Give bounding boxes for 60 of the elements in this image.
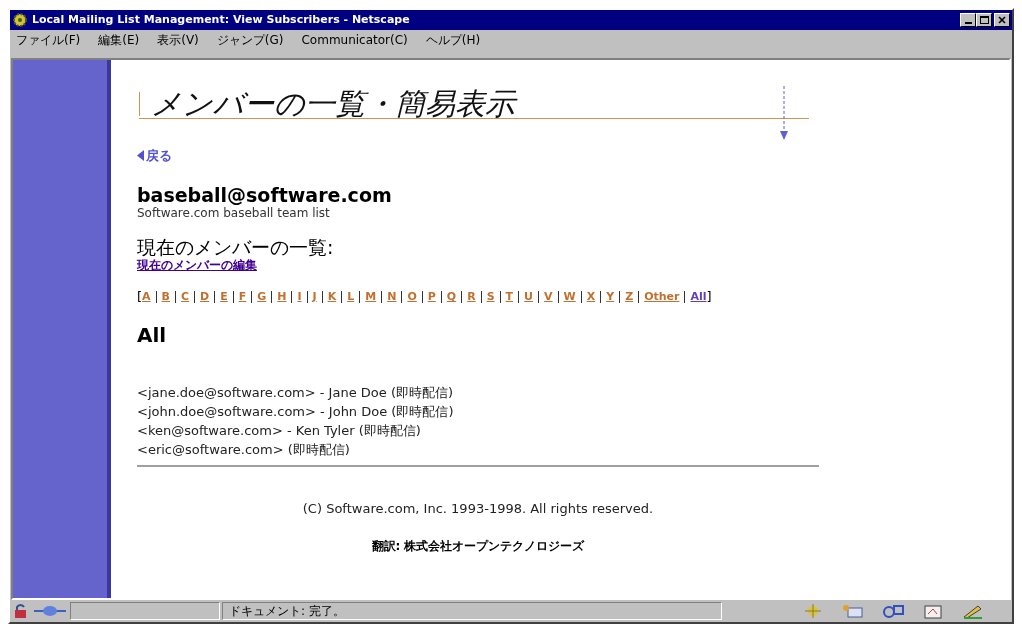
filter-heading: All [137, 322, 168, 350]
subscriber-entry: <eric@software.com> (即時配信) [137, 441, 351, 460]
menu-item[interactable]: 表示(V) [157, 31, 199, 49]
menu-item[interactable]: 編集(E) [98, 31, 140, 49]
letter-link[interactable]: X [586, 290, 596, 305]
letter-link[interactable]: L [347, 290, 355, 305]
pencil-icon[interactable] [962, 603, 984, 619]
letter-link[interactable]: G [257, 290, 267, 305]
list-address: baseball@software.com [137, 184, 393, 207]
letter-link[interactable]: I [297, 290, 302, 305]
subscriber-entry: <jane.doe@software.com> - Jane Doe (即時配信) [137, 384, 455, 403]
letter-link[interactable]: U [524, 290, 534, 305]
letter-link[interactable]: All [690, 290, 707, 305]
subscriber-entry: <john.doe@software.com> - John Doe (即時配信) [137, 403, 455, 422]
menu-item[interactable]: ジャンプ(G) [216, 31, 284, 49]
back-arrow-icon [137, 150, 144, 162]
maximize-button[interactable] [976, 13, 992, 27]
letter-link[interactable]: Z [625, 290, 634, 305]
letter-link[interactable]: F [238, 290, 247, 305]
subscriber-entry: <ken@software.com> - Ken Tyler (即時配信) [137, 422, 422, 441]
letter-link[interactable]: S [486, 290, 495, 305]
letter-link[interactable]: A [142, 290, 151, 305]
gear-icon [12, 12, 28, 28]
menu-item[interactable]: Communicator(C) [301, 31, 408, 49]
letter-link[interactable]: P [427, 290, 436, 305]
menu-item[interactable]: ヘルプ(H) [425, 31, 481, 49]
translation-credit: 翻訳: 株式会社オープンテクノロジーズ [371, 537, 585, 555]
letter-link[interactable]: H [277, 290, 287, 305]
copyright-text: (C) Software.com, Inc. 1993-1998. All rights reserved. [302, 500, 654, 519]
bracket: ] [706, 290, 712, 305]
letter-link[interactable]: W [563, 290, 576, 305]
composer-icon[interactable] [922, 603, 944, 619]
down-arrow-icon [780, 86, 788, 140]
letter-link[interactable]: Other [644, 290, 680, 305]
letter-link[interactable]: E [220, 290, 228, 305]
letter-link[interactable]: M [365, 290, 377, 305]
letter-link[interactable]: N [387, 290, 397, 305]
letter-link[interactable]: K [327, 290, 337, 305]
back-link[interactable]: 戻る [137, 146, 172, 166]
edit-link[interactable]: 現在のメンバーの編集 [137, 258, 819, 273]
window-title: Local Mailing List Management: View Subscribers - Netscape [32, 11, 411, 28]
menu-item[interactable]: ファイル(F) [16, 31, 81, 49]
letter-link[interactable]: D [200, 290, 210, 305]
letter-link[interactable]: T [505, 290, 514, 305]
close-button[interactable] [994, 13, 1010, 27]
letter-link[interactable]: Y [606, 290, 615, 305]
minimize-button[interactable] [960, 13, 976, 27]
letter-link[interactable]: R [467, 290, 476, 305]
letter-link[interactable]: B [161, 290, 170, 305]
connection-icon [32, 603, 68, 619]
letter-link[interactable]: Q [446, 290, 457, 305]
bracket: [ [137, 290, 143, 305]
close-icon [998, 16, 1006, 24]
letter-link[interactable]: O [407, 290, 417, 305]
letter-link[interactable]: V [544, 290, 553, 305]
list-description: Software.com baseball team list [137, 206, 331, 221]
status-text: ドキュメント: 完了。 [229, 603, 345, 620]
section-heading: 現在のメンバーの一覧: [137, 236, 335, 259]
letter-link[interactable]: J [312, 290, 317, 305]
letter-link[interactable]: C [181, 290, 190, 305]
